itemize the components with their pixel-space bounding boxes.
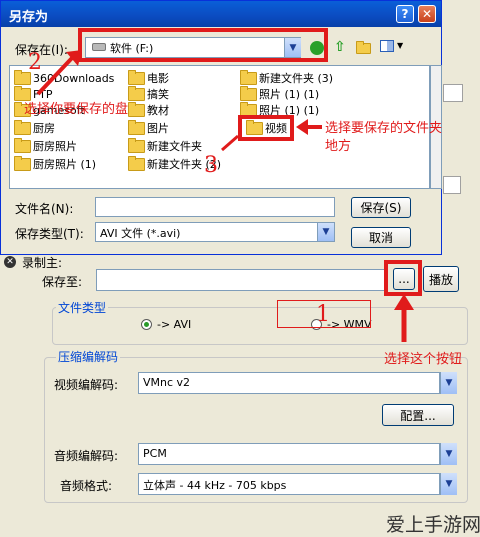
watermark: 爱上手游网 (386, 514, 480, 536)
annotation-arrows (36, 50, 414, 342)
annotation-arrow (221, 134, 239, 152)
annotation-arrow (36, 56, 74, 96)
annotation-arrow (296, 119, 308, 135)
annotation-arrow (394, 294, 414, 310)
